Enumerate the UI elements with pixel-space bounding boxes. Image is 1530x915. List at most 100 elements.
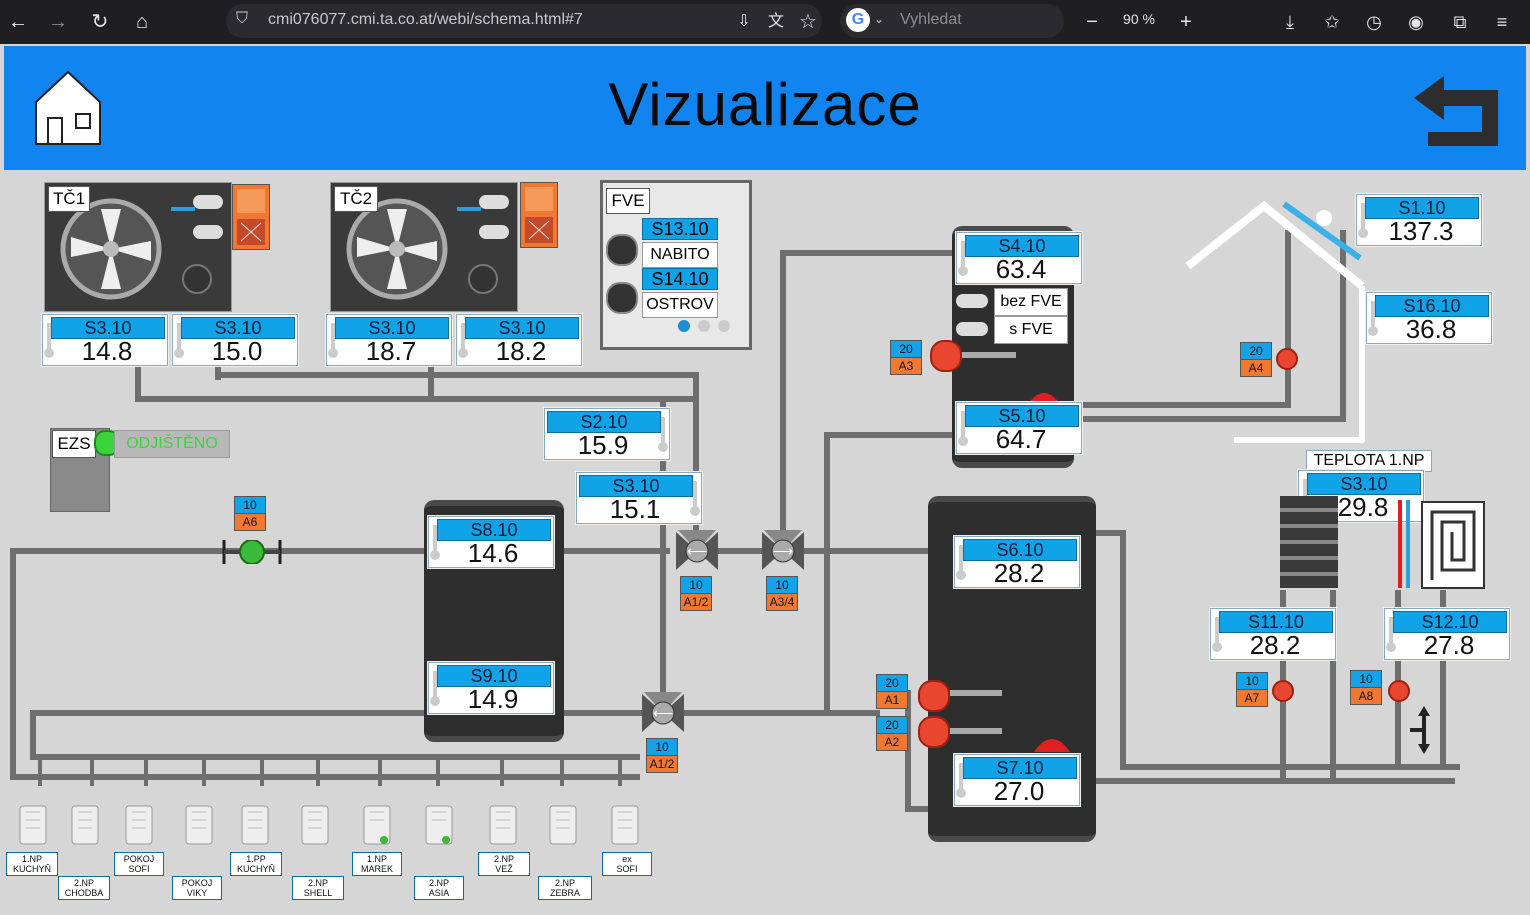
sensor-s11[interactable]: S11.10 28.2 [1210, 608, 1336, 660]
radiator-label: 2.NP VEŽ [478, 852, 530, 876]
extensions-icon[interactable]: ⧉ [1446, 8, 1474, 36]
chevron-down-icon[interactable]: ⌄ [874, 12, 884, 26]
mode-toggle-2-icon[interactable] [956, 322, 988, 336]
radiator-label: 1.NP MAREK [352, 852, 402, 876]
mode-s-fve[interactable]: s FVE [994, 316, 1068, 344]
zoom-out-icon[interactable]: − [1078, 8, 1106, 36]
back-arrow-icon[interactable]: ← [4, 8, 32, 36]
search-input[interactable]: Vyhledat [900, 11, 962, 29]
radiator-icon[interactable] [610, 804, 640, 845]
pump-a6[interactable] [222, 539, 282, 565]
flame-icon [1034, 739, 1070, 752]
sensor-s12[interactable]: S12.10 27.8 [1384, 608, 1510, 660]
fve-row2-status: OSTROV [642, 292, 718, 318]
house-solar-icon [1185, 200, 1365, 443]
radiator-icon[interactable] [124, 804, 154, 845]
reload-icon[interactable]: ↻ [86, 8, 114, 36]
radiator-icon[interactable] [300, 804, 330, 845]
radiator-label: 1.NP KUCHYŇ [6, 852, 58, 876]
history-icon[interactable]: ◷ [1360, 8, 1388, 36]
valve-a12-top-icon[interactable]: ⟵ [674, 528, 720, 574]
radiator-icon[interactable] [184, 804, 214, 845]
floor-heating-coil-icon [1421, 501, 1485, 589]
sensor-hp2-b[interactable]: S3.10 18.2 [456, 314, 582, 366]
radiator-label: 2.NP ASIA [414, 876, 464, 900]
zoom-level: 90 % [1123, 11, 1155, 27]
site-info-icon[interactable]: ⛉ [236, 10, 256, 30]
search-engine-icon[interactable]: G [846, 8, 870, 32]
sensor-s4[interactable]: S4.10 63.4 [956, 232, 1082, 284]
radiator-label: 2.NP CHODBA [58, 876, 110, 900]
home-icon[interactable]: ⌂ [128, 8, 156, 36]
pump-a1-icon[interactable] [918, 680, 950, 712]
valve-a34-icon[interactable]: ⟶ [760, 528, 806, 574]
heater-rod-icon [962, 352, 1016, 358]
svg-text:⟵: ⟵ [687, 543, 707, 559]
output-tag-a12-bottom[interactable]: 10 A1/2 [646, 738, 678, 773]
floor-supply-line [1398, 500, 1402, 588]
radiator-label: POKOJ SOFI [114, 852, 164, 876]
radiator-icon[interactable] [548, 804, 578, 845]
radiator-label: POKOJ VIKY [172, 876, 222, 900]
radiator-label: 1.PP KUCHYŇ [230, 852, 282, 876]
svg-text:⟵: ⟵ [653, 705, 673, 721]
floor-return-line [1406, 500, 1410, 588]
sensor-s9[interactable]: S9.10 14.9 [428, 662, 554, 714]
sensor-s2[interactable]: S2.10 15.9 [544, 408, 670, 460]
forward-arrow-icon[interactable]: → [44, 8, 72, 36]
radiator-icon[interactable] [488, 804, 518, 845]
output-tag-a2[interactable]: 20 A2 [876, 716, 908, 751]
valve-a12-bottom-icon[interactable]: ⟵ [640, 690, 686, 736]
output-tag-a34[interactable]: 10 A3/4 [766, 576, 798, 611]
output-tag-a6[interactable]: 10 A6 [234, 496, 266, 531]
pump-a3-icon[interactable] [930, 340, 962, 372]
sensor-s3[interactable]: S3.10 15.1 [576, 472, 702, 524]
sensor-hp1-b[interactable]: S3.10 15.0 [172, 314, 298, 366]
sensor-hp1-a[interactable]: S3.10 14.8 [42, 314, 168, 366]
output-tag-a8[interactable]: 10 A8 [1350, 670, 1382, 705]
pump-a7-icon[interactable] [1272, 680, 1294, 702]
radiator-icon[interactable] [240, 804, 270, 845]
output-tag-a4[interactable]: 20 A4 [1240, 342, 1272, 377]
translate-icon[interactable]: 文 [762, 8, 790, 36]
account-icon[interactable]: ◉ [1402, 8, 1430, 36]
sensor-s1[interactable]: S1.10 137.3 [1356, 194, 1482, 246]
back-return-icon[interactable] [1410, 74, 1502, 148]
ezs-status: ODJIŠTĚNO [114, 430, 230, 458]
url-text[interactable]: cmi076077.cmi.ta.co.at/webi/schema.html#… [268, 11, 583, 29]
fve-row1-label: S13.10 [642, 218, 718, 240]
sensor-hp2-a[interactable]: S3.10 18.7 [326, 314, 452, 366]
mixing-valve-arrows-icon [1410, 706, 1430, 754]
fve-name: FVE [606, 188, 650, 214]
sensor-s8[interactable]: S8.10 14.6 [428, 516, 554, 568]
output-tag-a3[interactable]: 20 A3 [890, 340, 922, 375]
sensor-s16[interactable]: S16.10 36.8 [1366, 292, 1492, 344]
downloads-icon[interactable]: ⤓ [1276, 8, 1304, 36]
floor-temp-caption: TEPLOTA 1.NP [1306, 450, 1432, 472]
fve-row1-status: NABITO [642, 242, 718, 268]
radiator-label: 2.NP ZEBRA [538, 876, 592, 900]
pump-a2-icon[interactable] [918, 716, 950, 748]
sensor-s6[interactable]: S6.10 28.2 [954, 536, 1080, 588]
output-tag-a12-top[interactable]: 10 A1/2 [680, 576, 712, 611]
bookmark-star-icon[interactable]: ☆ [794, 8, 822, 36]
radiator-icon[interactable] [70, 804, 100, 845]
fve-indicator-1-icon [606, 234, 638, 266]
output-tag-a1[interactable]: 20 A1 [876, 674, 908, 709]
sensor-s5[interactable]: S5.10 64.7 [956, 402, 1082, 454]
fve-page-dots[interactable] [676, 318, 732, 334]
pump-a8-icon[interactable] [1388, 680, 1410, 702]
output-tag-a7[interactable]: 10 A7 [1236, 672, 1268, 707]
radiator-icon[interactable] [362, 804, 392, 845]
install-app-icon[interactable]: ⇩ [730, 8, 758, 36]
radiator-icon[interactable] [424, 804, 454, 845]
mode-bez-fve[interactable]: bez FVE [994, 288, 1068, 316]
radiator-label: 2.NP SHELL [292, 876, 344, 900]
radiator-icon[interactable] [18, 804, 48, 845]
pump-a4-icon[interactable] [1276, 348, 1298, 370]
favorites-icon[interactable]: ✩ [1318, 8, 1346, 36]
zoom-in-icon[interactable]: + [1172, 8, 1200, 36]
sensor-s7[interactable]: S7.10 27.0 [954, 754, 1080, 806]
menu-icon[interactable]: ≡ [1488, 8, 1516, 36]
mode-toggle-1-icon[interactable] [956, 294, 988, 308]
